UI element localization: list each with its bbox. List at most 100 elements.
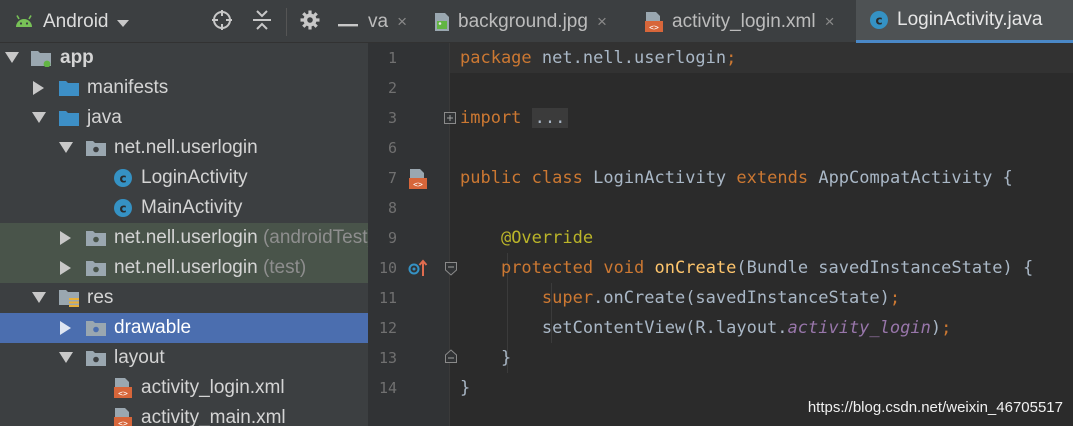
tab-background-jpg[interactable]: background.jpg ×: [426, 0, 626, 43]
source-set-suffix: (androidTest): [262, 227, 368, 248]
code-line-11[interactable]: super.onCreate(savedInstanceState);: [460, 283, 900, 313]
close-icon[interactable]: ×: [597, 12, 607, 32]
tree-item-label: java: [87, 107, 122, 128]
line-number: 10: [378, 259, 397, 277]
image-file-icon: [434, 12, 450, 32]
locate-file-button[interactable]: [209, 9, 235, 35]
tree-item-activity-login-xml[interactable]: <> activity_login.xml: [0, 373, 368, 403]
tree-item-label: app: [60, 47, 94, 68]
tree-item-package-test[interactable]: net.nell.userlogin (test): [0, 253, 368, 283]
collapsed-arrow-icon[interactable]: [59, 321, 73, 335]
line-number: 14: [378, 379, 397, 397]
code-line-10[interactable]: protected void onCreate(Bundle savedInst…: [460, 253, 1033, 283]
line-number: 13: [378, 349, 397, 367]
tree-item-activity-main-xml[interactable]: <> activity_main.xml: [0, 403, 368, 426]
expanded-arrow-icon[interactable]: [32, 111, 46, 125]
line-number: 11: [378, 289, 397, 307]
collapsed-arrow-icon[interactable]: [59, 261, 73, 275]
tab-loginactivity-java[interactable]: c LoginActivity.java: [856, 0, 1073, 43]
crosshair-icon: [211, 9, 233, 35]
collapsed-arrow-icon[interactable]: [59, 231, 73, 245]
collapse-all-button[interactable]: [249, 9, 275, 35]
tree-item-app[interactable]: app: [0, 43, 368, 73]
collapsed-arrow-icon[interactable]: [32, 81, 46, 95]
expanded-arrow-icon[interactable]: [5, 51, 19, 65]
code-line-1[interactable]: package net.nell.userlogin;: [460, 43, 736, 73]
expanded-arrow-icon[interactable]: [32, 291, 46, 305]
fold-expand-icon[interactable]: [444, 109, 456, 128]
settings-button[interactable]: [297, 9, 323, 35]
close-icon[interactable]: ×: [397, 12, 407, 32]
code-line-7[interactable]: public class LoginActivity extends AppCo…: [460, 163, 1013, 193]
tab-truncated-java[interactable]: va ×: [368, 0, 416, 43]
tree-item-mainactivity[interactable]: c MainActivity: [0, 193, 368, 223]
tab-label: background.jpg: [458, 10, 588, 32]
project-panel: Android app manifests java net.nell.user…: [0, 0, 368, 426]
override-method-icon[interactable]: [407, 258, 429, 282]
tree-item-layout[interactable]: layout: [0, 343, 368, 373]
tree-item-package-androidtest[interactable]: net.nell.userlogin (androidTest): [0, 223, 368, 253]
editor-tab-bar: va × background.jpg × <> activity_login.…: [368, 0, 1073, 43]
code-keyword: void: [603, 258, 645, 278]
code-semicolon: ;: [889, 288, 901, 308]
fold-collapse-icon[interactable]: [445, 261, 457, 280]
package-icon: [85, 257, 107, 279]
close-icon[interactable]: ×: [825, 12, 835, 32]
header-separator: [286, 8, 287, 36]
tree-item-package-main[interactable]: net.nell.userlogin: [0, 133, 368, 163]
module-folder-icon: [30, 47, 52, 69]
project-view-selector[interactable]: Android: [14, 9, 129, 35]
line-number: 8: [387, 199, 397, 217]
related-layout-icon[interactable]: <>: [407, 168, 429, 194]
code-line-9[interactable]: @Override: [460, 223, 593, 253]
expanded-arrow-icon[interactable]: [59, 141, 73, 155]
folded-imports[interactable]: ...: [531, 108, 569, 128]
code-annotation: @Override: [500, 228, 594, 248]
tree-item-loginactivity[interactable]: c LoginActivity: [0, 163, 368, 193]
svg-text:<>: <>: [118, 389, 128, 398]
line-number: 12: [378, 319, 397, 337]
tree-item-label: MainActivity: [141, 197, 243, 218]
android-icon: [14, 13, 34, 32]
code-line-12[interactable]: setContentView(R.layout.activity_login);: [460, 313, 951, 343]
folder-icon: [85, 317, 107, 339]
line-number: 9: [387, 229, 397, 247]
class-icon: c: [112, 167, 134, 189]
code-keyword: package: [460, 48, 532, 68]
svg-text:<>: <>: [413, 180, 423, 189]
code-keyword: extends: [736, 168, 809, 188]
fold-end-icon[interactable]: [445, 348, 457, 367]
code-editor[interactable]: 1 2 3 6 7 8 9 10 11 12 13 14 <> package …: [368, 43, 1073, 426]
expanded-arrow-icon[interactable]: [59, 351, 73, 365]
code-keyword: class: [531, 168, 583, 188]
tree-item-manifests[interactable]: manifests: [0, 73, 368, 103]
package-icon: [85, 227, 107, 249]
tree-item-drawable[interactable]: drawable: [0, 313, 368, 343]
code-line-13[interactable]: }: [460, 343, 511, 373]
tree-item-java[interactable]: java: [0, 103, 368, 133]
svg-text:c: c: [119, 172, 126, 186]
line-number: 7: [387, 169, 397, 187]
class-icon: c: [869, 10, 889, 30]
code-class-name: LoginActivity: [593, 168, 727, 188]
code-line-3[interactable]: import ...: [460, 103, 569, 133]
resources-folder-icon: [58, 287, 80, 309]
folder-icon: [58, 77, 80, 99]
tab-label: va: [368, 10, 389, 32]
package-icon: [85, 137, 107, 159]
tab-label: activity_login.xml: [672, 10, 816, 32]
editor-gutter: 1 2 3 6 7 8 9 10 11 12 13 14 <>: [368, 43, 457, 426]
code-line-14[interactable]: }: [460, 373, 470, 403]
code-keyword: super: [541, 288, 594, 308]
tree-item-label: manifests: [87, 77, 169, 98]
minimize-icon: [338, 13, 358, 32]
code-method-name: onCreate: [654, 258, 737, 278]
code-text: }: [500, 348, 512, 368]
hide-panel-button[interactable]: [335, 9, 361, 35]
watermark-url: https://blog.csdn.net/weixin_46705517: [807, 399, 1063, 416]
tab-activity-login-xml[interactable]: <> activity_login.xml ×: [634, 0, 856, 43]
xml-file-icon: <>: [112, 407, 134, 426]
tree-item-label: res: [87, 287, 114, 308]
code-text: AppCompatActivity {: [818, 168, 1013, 188]
tree-item-res[interactable]: res: [0, 283, 368, 313]
